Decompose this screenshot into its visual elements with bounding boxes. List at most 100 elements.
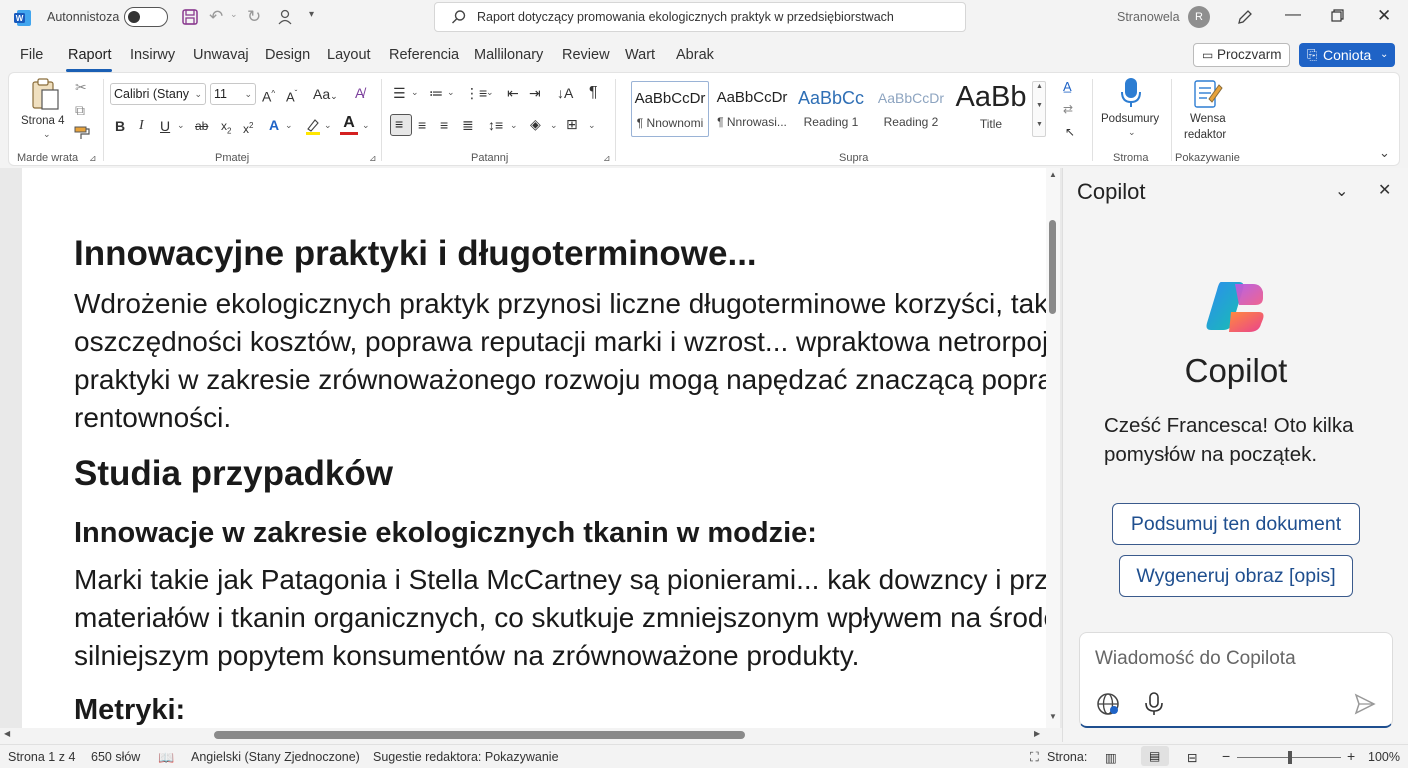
summarize-document-button[interactable]: Podsumuj ten dokument (1112, 503, 1360, 545)
read-mode-icon[interactable]: ▥ (1105, 750, 1117, 765)
align-right-icon[interactable]: ≡ (440, 117, 448, 133)
tab-references[interactable]: Referencia (389, 47, 459, 63)
minimize-icon[interactable]: — (1285, 6, 1301, 24)
document-page[interactable]: Innowacyjne praktyki i długoterminowe...… (22, 168, 1048, 728)
underline-icon[interactable]: U (160, 118, 170, 134)
customize-toolbar-icon[interactable]: ▾ (309, 9, 314, 20)
page-count[interactable]: Strona 1 z 4 (8, 750, 75, 764)
chevron-down-icon[interactable]: ⌄ (510, 120, 518, 131)
restore-icon[interactable] (1331, 9, 1344, 25)
scroll-left-icon[interactable]: ◀ (4, 729, 10, 738)
bold-icon[interactable]: B (115, 118, 125, 134)
language-status[interactable]: Angielski (Stany Zjednoczone) (191, 750, 360, 764)
touch-mode-icon[interactable] (276, 8, 294, 29)
print-layout-button[interactable]: ▤ (1141, 746, 1169, 766)
find-icon[interactable]: A̲ (1063, 79, 1072, 95)
zoom-level[interactable]: 100% (1368, 750, 1400, 764)
copy-icon[interactable]: ⧉ (75, 102, 85, 118)
send-icon[interactable] (1353, 692, 1377, 719)
tab-draw[interactable]: Unwavaj (193, 47, 249, 63)
style-title[interactable]: AaBb Title (953, 81, 1029, 137)
chevron-down-icon[interactable]: ⌄ (324, 120, 332, 131)
tab-layout[interactable]: Layout (327, 47, 371, 63)
close-pane-icon[interactable]: ✕ (1378, 180, 1391, 200)
tab-design[interactable]: Design (265, 47, 310, 63)
chevron-down-icon[interactable]: ⌄ (588, 120, 596, 131)
close-icon[interactable]: ✕ (1377, 6, 1391, 26)
cut-icon[interactable]: ✂ (75, 79, 87, 95)
chevron-down-icon[interactable]: ⌄ (362, 120, 370, 131)
vertical-scrollbar[interactable]: ▲ ▼ (1046, 168, 1060, 728)
tab-help[interactable]: Abrak (676, 47, 714, 63)
avatar[interactable]: R (1188, 6, 1210, 28)
chevron-down-icon[interactable]: ⌄ (550, 120, 558, 131)
align-center-icon[interactable]: ≡ (418, 117, 426, 133)
style-heading-2[interactable]: AaBbCcDr Reading 2 (873, 81, 949, 137)
zoom-in-icon[interactable]: + (1347, 748, 1355, 764)
collapse-ribbon-icon[interactable]: ⌄ (1379, 145, 1390, 161)
zoom-slider-thumb[interactable] (1288, 751, 1292, 764)
tab-review[interactable]: Review (562, 47, 610, 63)
share-button[interactable]: ⎘ Coniota ⌄ (1299, 43, 1395, 67)
chevron-down-icon[interactable]: ⌄ (447, 87, 455, 98)
save-icon[interactable] (181, 8, 199, 29)
select-icon[interactable]: ↖ (1065, 124, 1075, 140)
tab-raport[interactable]: Raport (68, 47, 112, 63)
style-normal[interactable]: AaBbCcDr ¶ Nnownomi (631, 81, 709, 137)
grow-font-icon[interactable]: A^ (262, 86, 275, 105)
sort-icon[interactable]: ↓A (557, 85, 573, 101)
tab-insert[interactable]: Insirwy (130, 47, 175, 63)
text-effects-icon[interactable]: A (269, 117, 279, 133)
shrink-font-icon[interactable]: Aˇ (286, 86, 297, 105)
align-left-button[interactable]: ≡ (390, 114, 412, 136)
word-count[interactable]: 650 słów (91, 750, 140, 764)
numbering-icon[interactable]: ≔ (429, 85, 443, 101)
format-painter-icon[interactable] (73, 125, 91, 144)
increase-indent-icon[interactable]: ⇥ (529, 85, 541, 101)
clipboard-dialog-launcher[interactable]: ⊿ (89, 153, 97, 164)
editor-suggestions-status[interactable]: Sugestie redaktora: Pokazywanie (373, 750, 559, 764)
font-name-select[interactable]: Calibri (Stany ⌄ (110, 83, 206, 105)
horizontal-scroll-thumb[interactable] (214, 731, 745, 739)
undo-icon[interactable]: ↶ (209, 7, 223, 27)
paragraph-dialog-launcher[interactable]: ⊿ (603, 153, 611, 164)
chevron-down-icon[interactable]: ▼ (1036, 102, 1043, 109)
borders-icon[interactable]: ⊞ (566, 116, 578, 132)
generate-image-button[interactable]: Wygeneruj obraz [opis] (1119, 555, 1353, 597)
search-box[interactable]: Raport dotyczący promowania ekologicznyc… (434, 2, 966, 32)
chevron-down-icon[interactable]: ⌄ (285, 120, 293, 131)
focus-label[interactable]: Strona: (1047, 750, 1087, 764)
style-no-spacing[interactable]: AaBbCcDr ¶ Nnrowasi... (713, 81, 791, 137)
chevron-down-icon[interactable]: ⌄ (177, 120, 185, 131)
horizontal-scrollbar[interactable]: ◀ ▶ (0, 728, 1062, 742)
tab-file[interactable]: File (20, 47, 43, 63)
replace-icon[interactable]: ⇄ (1063, 101, 1073, 117)
bullets-icon[interactable]: ☰ (393, 85, 406, 101)
chevron-down-icon[interactable]: ⌄ (1335, 181, 1348, 201)
decrease-indent-icon[interactable]: ⇤ (507, 85, 519, 101)
scroll-down-icon[interactable]: ▼ (1049, 712, 1057, 721)
paste-button[interactable]: Strona 4 ⌄ (21, 77, 77, 139)
line-spacing-icon[interactable]: ↕≡ (488, 117, 503, 133)
account-name[interactable]: Stranowela (1117, 10, 1180, 24)
font-color-icon[interactable]: A (340, 115, 358, 131)
justify-icon[interactable]: ≣ (462, 117, 474, 133)
share-dropdown-icon[interactable]: ⌄ (1380, 43, 1388, 67)
proofing-icon[interactable]: 📖 (158, 750, 174, 766)
shading-icon[interactable]: ◈ (530, 116, 541, 132)
multilevel-list-icon[interactable]: ⋮≡ (465, 85, 487, 101)
italic-icon[interactable]: I (139, 118, 144, 134)
redo-icon[interactable]: ↻ (247, 7, 261, 27)
vertical-scroll-thumb[interactable] (1049, 220, 1056, 314)
strikethrough-icon[interactable]: ab (195, 118, 208, 134)
zoom-out-icon[interactable]: − (1222, 748, 1230, 764)
more-styles-icon[interactable]: ▼ (1036, 121, 1043, 128)
subscript-icon[interactable]: x2 (221, 118, 231, 139)
copilot-message-input[interactable]: Wiadomość do Copilota (1095, 648, 1296, 670)
dictate-button[interactable]: Podsumury ⌄ (1099, 77, 1163, 143)
undo-dropdown-icon[interactable]: ⌄ (230, 9, 238, 20)
pen-icon[interactable] (1236, 8, 1254, 29)
style-heading-1[interactable]: AaBbCc Reading 1 (793, 81, 869, 137)
chevron-down-icon[interactable]: ⌄ (411, 87, 419, 98)
autosave-toggle[interactable] (124, 7, 168, 27)
